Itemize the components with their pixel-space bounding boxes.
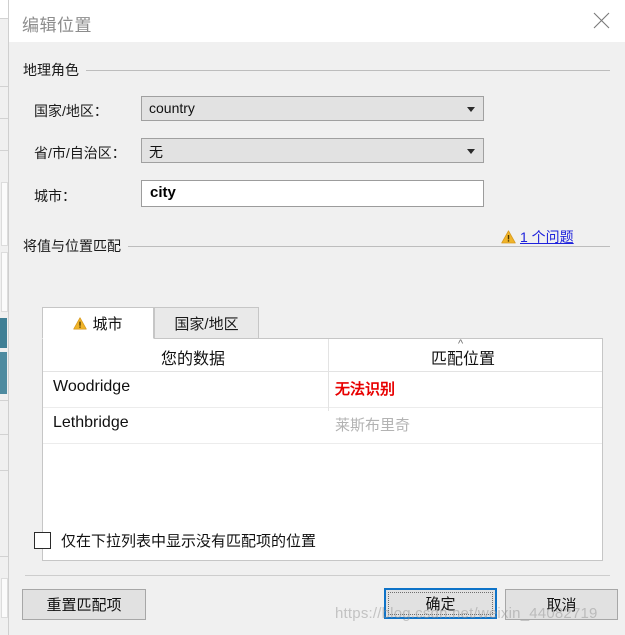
bg-divider [0,470,8,471]
column-divider [328,371,329,411]
match-table-panel: 您的数据 匹配位置 ^ Woodridge 无法识别 Lethbridge 莱斯… [42,338,603,561]
city-label: 城市： [34,188,76,204]
tab-country[interactable]: 国家/地区 [154,307,259,339]
column-divider[interactable] [328,339,329,371]
province-dropdown[interactable]: 无 [141,138,484,163]
table-row[interactable]: Woodridge 无法识别 [43,371,602,408]
table-row[interactable]: Lethbridge 莱斯布里奇 [43,407,602,444]
table-header-row: 您的数据 匹配位置 ^ [43,339,602,372]
tab-city[interactable]: 城市 [42,307,154,339]
close-icon[interactable] [582,3,620,37]
tab-country-label: 国家/地区 [174,315,239,333]
edit-location-dialog: 编辑位置 地理角色 国家/地区： country 省/市/自治区： 无 城市： … [8,0,625,635]
bg-divider [0,150,8,151]
tab-city-label: 城市 [92,315,123,333]
cell-matched-location[interactable]: 莱斯布里奇 [335,414,410,435]
bg-strip [0,0,8,18]
ok-button[interactable]: 确定 [384,588,497,619]
reset-matches-button[interactable]: 重置匹配项 [22,589,146,620]
focus-ring [388,592,493,615]
bg-panel [1,252,8,312]
bg-divider [0,18,8,19]
match-group-header: 将值与位置匹配 [23,238,610,254]
country-dropdown[interactable]: country [141,96,484,121]
show-unmatched-only-label: 仅在下拉列表中显示没有匹配项的位置 [61,533,317,550]
cell-matched-location[interactable]: 无法识别 [335,378,395,399]
province-label: 省/市/自治区： [34,145,126,161]
bg-divider [0,434,8,435]
warning-icon [73,316,88,329]
bg-divider [0,400,8,401]
cell-your-data: Woodridge [53,378,131,395]
footer-divider [25,575,610,576]
dialog-titlebar: 编辑位置 [9,0,625,42]
bg-highlight [0,352,7,394]
column-header-your-data[interactable]: 您的数据 [103,345,283,369]
match-group-title: 将值与位置匹配 [23,238,121,254]
city-input[interactable]: city [141,180,484,207]
bg-divider [0,118,8,119]
group-divider-line [128,245,610,247]
dialog-title: 编辑位置 [22,16,92,35]
province-dropdown-value: 无 [149,144,163,160]
chevron-down-icon [467,149,475,154]
bg-panel [1,578,8,618]
bg-highlight [0,318,7,348]
city-input-value: city [150,184,176,201]
background-window-sliver [0,0,8,635]
cancel-button[interactable]: 取消 [505,589,618,620]
bg-panel [1,182,8,246]
bg-divider [0,556,8,557]
country-dropdown-value: country [149,100,195,116]
chevron-down-icon [467,107,475,112]
bg-divider [0,86,8,87]
show-unmatched-only-checkbox[interactable]: 仅在下拉列表中显示没有匹配项的位置 [34,530,316,551]
geo-role-group-title: 地理角色 [23,62,79,78]
checkbox-box[interactable] [34,532,51,549]
cell-your-data: Lethbridge [53,414,129,431]
group-divider-line [86,69,610,71]
country-label: 国家/地区： [34,103,108,119]
sort-ascending-icon: ^ [458,338,464,350]
dialog-body: 地理角色 国家/地区： country 省/市/自治区： 无 城市： city [9,42,625,635]
geo-role-group-header: 地理角色 [23,62,610,78]
